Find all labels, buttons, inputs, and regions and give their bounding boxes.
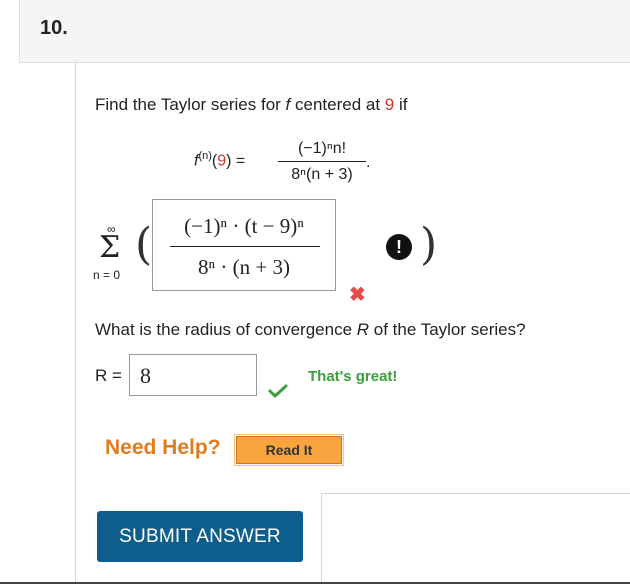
prompt-text: Find the Taylor series for [95,95,286,114]
question-number-header: 10. [19,0,630,63]
need-help-label: Need Help? [105,436,221,459]
series-answer-box[interactable]: (−1)ⁿ · (t − 9)ⁿ 8ⁿ · (n + 3) [152,199,336,291]
argument-value: 9 [217,152,227,170]
fraction-numerator: (−1)ⁿn! [278,140,366,162]
feedback-text: That's great! [308,368,398,385]
radius-input[interactable]: 8 [129,354,257,396]
alert-icon[interactable]: ! [386,234,412,260]
prompt-text: if [394,95,408,114]
check-icon [268,384,288,398]
answer-denominator: 8ⁿ · (n + 3) [198,255,290,279]
formula-lhs: f(n)(9) = [194,150,245,170]
radius-question: What is the radius of convergence R of t… [95,320,526,340]
footer-frame [0,493,630,585]
question-number: 10. [40,17,68,39]
summation-symbol: ∞ Σ n = 0 [93,222,135,284]
prompt-text: of the Taylor series? [369,320,526,339]
sum-lower-limit: n = 0 [93,268,121,282]
derivative-order: (n) [198,150,212,162]
question-prompt: Find the Taylor series for f centered at… [95,95,408,115]
prompt-text: centered at [290,95,385,114]
formula-fraction: (−1)ⁿn! 8ⁿ(n + 3) [278,140,366,184]
variable: R [356,320,370,339]
prompt-text: What is the radius of convergence [95,320,357,339]
submit-answer-button[interactable]: SUBMIT ANSWER [97,511,303,562]
answer-numerator: (−1)ⁿ · (t − 9)ⁿ [184,214,304,238]
divider [0,582,630,584]
read-it-button[interactable]: Read It [234,434,344,466]
fraction-denominator: 8ⁿ(n + 3) [291,166,353,183]
divider [321,493,322,583]
radius-label: R = [95,366,122,385]
left-paren: ( [135,219,153,270]
sigma: Σ [99,230,121,265]
fraction-bar [170,246,320,247]
period: . [366,154,371,171]
right-paren: ) [420,219,438,270]
center-value: 9 [384,95,395,114]
x-mark-icon: ✖ [349,284,366,306]
equals: ) = [226,152,246,170]
divider [75,493,76,583]
divider [321,493,630,494]
